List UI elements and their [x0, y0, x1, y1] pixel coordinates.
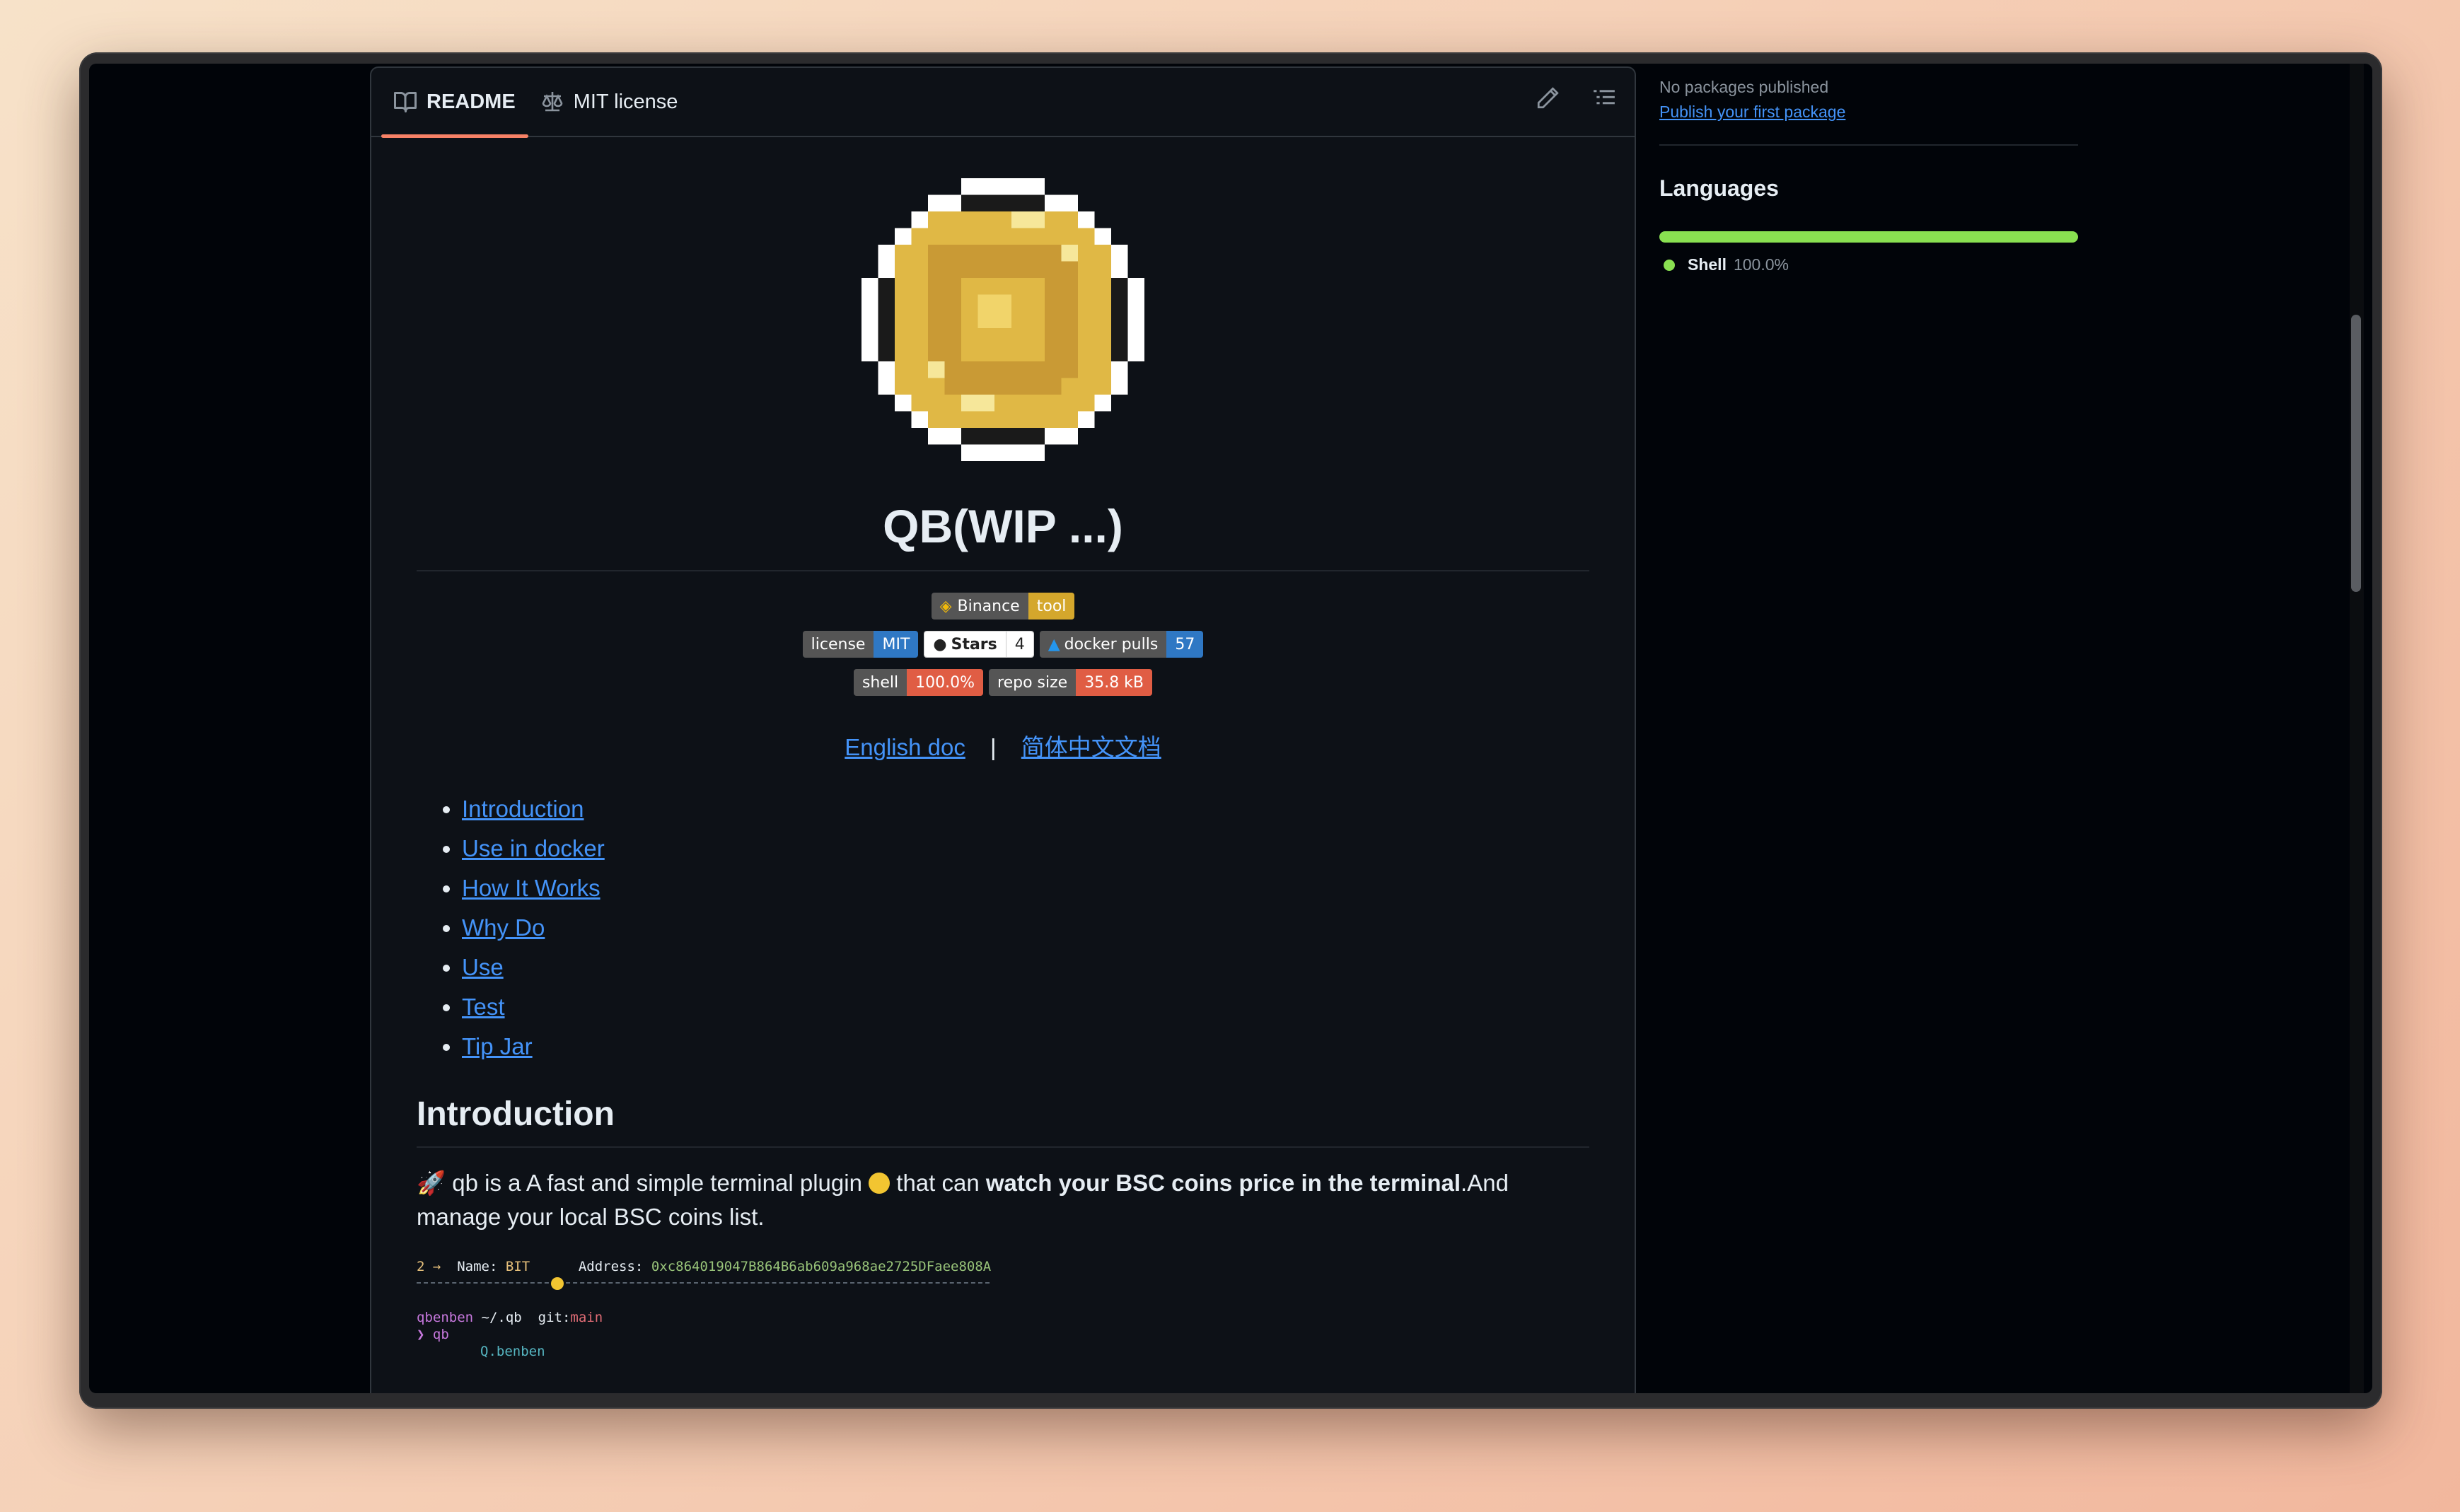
badge-row-3: shell 100.0% repo size 35.8 kB	[853, 669, 1153, 696]
list-item: Tip Jar	[462, 1027, 1589, 1066]
device-frame: README MIT license QB(WIP ...) ◈ Binance…	[79, 52, 2382, 1409]
toc-link-use-in-docker[interactable]: Use in docker	[462, 835, 605, 861]
introduction-heading: Introduction	[417, 1095, 1589, 1148]
terminal-art: Q.benben	[480, 1344, 545, 1359]
outline-list-icon[interactable]	[1592, 86, 1616, 110]
license-badge[interactable]: license MIT	[802, 631, 919, 658]
list-item: Test	[462, 987, 1589, 1027]
toc-link-test[interactable]: Test	[462, 994, 505, 1020]
intro-paragraph: 🚀 qb is a A fast and simple terminal plu…	[417, 1170, 1509, 1230]
pencil-icon[interactable]	[1536, 86, 1560, 110]
coin-marker-icon	[551, 1277, 564, 1290]
tab-mit-license-label: MIT license	[573, 90, 678, 113]
list-item: Use	[462, 948, 1589, 987]
terminal-prompt: qbenben ~/.qb git:main	[417, 1310, 603, 1325]
binance-icon: ◈	[939, 597, 952, 615]
doc-language-links: English doc | 简体中文文档	[417, 728, 1589, 762]
terminal-line-1: 2 → Name: BIT Address: 0xc864019047B864B…	[417, 1259, 992, 1274]
repo-sidebar: No packages published Publish your first…	[1659, 64, 2084, 274]
table-of-contents: Introduction Use in docker How It Works …	[462, 789, 1589, 1066]
readme-tabs: README MIT license	[371, 68, 1635, 138]
list-item: Why Do	[462, 908, 1589, 948]
rocket-icon: 🚀	[417, 1170, 446, 1196]
list-item: How It Works	[462, 868, 1589, 908]
chinese-doc-link[interactable]: 简体中文文档	[1021, 734, 1161, 760]
toc-link-how-it-works[interactable]: How It Works	[462, 875, 601, 901]
terminal-screenshot: 2 → Name: BIT Address: 0xc864019047B864B…	[417, 1258, 1589, 1393]
toc-link-use[interactable]: Use	[462, 954, 504, 980]
book-icon	[394, 92, 417, 112]
tab-readme-label: README	[427, 90, 516, 113]
badge-row-2: license MIT ● Stars 4 ▲ docker pulls 57	[802, 631, 1204, 658]
sidebar-divider	[1659, 144, 2078, 146]
readme-actions	[1536, 86, 1616, 110]
scale-icon	[542, 92, 562, 112]
terminal-progress-line	[417, 1275, 1589, 1291]
docker-icon: ▲	[1048, 635, 1060, 653]
english-doc-link[interactable]: English doc	[845, 734, 965, 760]
tab-readme[interactable]: README	[381, 68, 528, 138]
toc-link-introduction[interactable]: Introduction	[462, 796, 584, 822]
languages-bar	[1659, 231, 2078, 243]
list-item: Introduction	[462, 789, 1589, 829]
language-item-shell[interactable]: Shell 100.0%	[1659, 255, 2084, 274]
readme-content: QB(WIP ...) ◈ Binance tool license MIT ●…	[371, 178, 1635, 1393]
stars-badge[interactable]: ● Stars 4	[924, 631, 1034, 658]
tab-mit-license[interactable]: MIT license	[528, 68, 691, 136]
scrollbar-thumb[interactable]	[2351, 315, 2361, 592]
coin-body	[878, 194, 1128, 445]
binance-badge[interactable]: ◈ Binance tool	[931, 593, 1075, 620]
packages-text: No packages published	[1659, 78, 1829, 96]
scrollbar-track[interactable]	[2350, 64, 2364, 1393]
readme-title: QB(WIP ...)	[417, 499, 1589, 571]
publish-package-link[interactable]: Publish your first package	[1659, 103, 2084, 122]
list-item: Use in docker	[462, 829, 1589, 868]
badge-group: ◈ Binance tool license MIT ● Stars 4 ▲ d…	[417, 593, 1589, 696]
languages-heading: Languages	[1659, 175, 1779, 201]
link-separator: |	[990, 734, 997, 760]
browser-screen: README MIT license QB(WIP ...) ◈ Binance…	[89, 64, 2372, 1393]
coin-logo	[861, 178, 1144, 461]
toc-link-why-do[interactable]: Why Do	[462, 914, 545, 941]
shell-badge[interactable]: shell 100.0%	[853, 669, 984, 696]
terminal-command: ❯ qb	[417, 1327, 449, 1342]
repo-size-badge[interactable]: repo size 35.8 kB	[989, 669, 1153, 696]
badge-row-1: ◈ Binance tool	[931, 593, 1075, 620]
coin-emoji-icon	[869, 1173, 890, 1194]
docker-pulls-badge[interactable]: ▲ docker pulls 57	[1039, 631, 1204, 658]
toc-link-tip-jar[interactable]: Tip Jar	[462, 1033, 533, 1059]
language-color-dot	[1664, 259, 1675, 271]
github-icon: ●	[933, 635, 947, 653]
readme-panel: README MIT license QB(WIP ...) ◈ Binance…	[370, 66, 1636, 1393]
